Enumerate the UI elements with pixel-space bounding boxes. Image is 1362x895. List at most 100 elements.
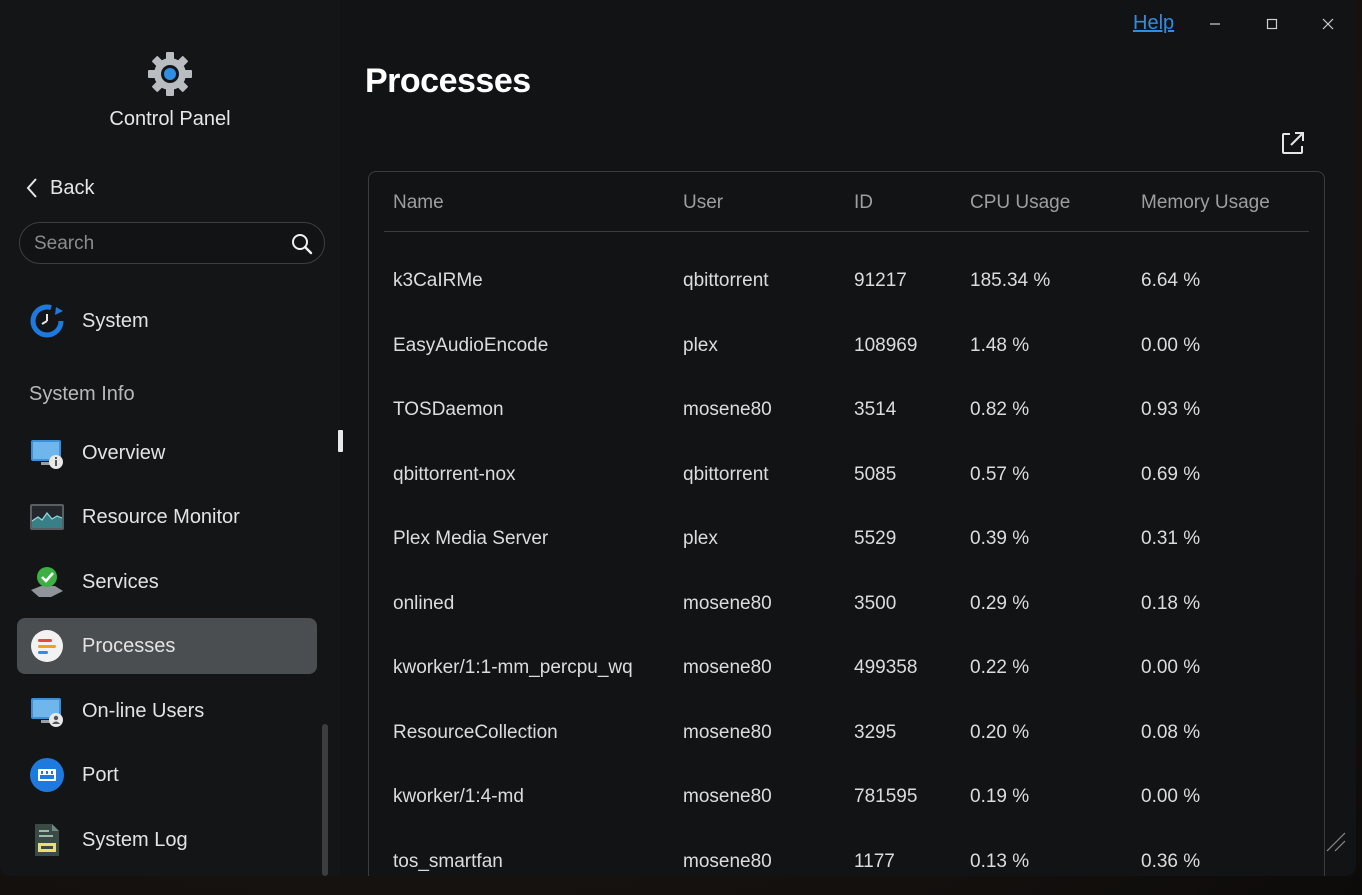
- gear-icon: [148, 52, 192, 96]
- cell-cpu-usage: 0.13 %: [970, 850, 1030, 872]
- cell-name: tos_smartfan: [393, 850, 503, 872]
- export-icon[interactable]: [1280, 130, 1306, 156]
- sidebar-item-label: Overview: [82, 441, 166, 464]
- column-header-user[interactable]: User: [683, 192, 723, 214]
- table-row[interactable]: tos_smartfan mosene80 1177 0.13 % 0.36 %: [369, 851, 1324, 877]
- sidebar-item-label: System: [82, 309, 149, 332]
- sidebar-item-label: System Log: [82, 828, 188, 851]
- section-heading-system-info: System Info: [29, 383, 135, 405]
- monitor-info-icon: [29, 435, 65, 471]
- sidebar-item-label: Resource Monitor: [82, 505, 240, 528]
- cell-memory-usage: 6.64 %: [1141, 270, 1201, 291]
- help-link[interactable]: Help: [1133, 12, 1174, 35]
- search-box: [19, 222, 325, 265]
- table-row[interactable]: Plex Media Server plex 5529 0.39 % 0.31 %: [369, 528, 1324, 592]
- sidebar-item-system[interactable]: System: [17, 293, 317, 349]
- column-header-memory-usage[interactable]: Memory Usage: [1141, 192, 1270, 214]
- cell-name: ResourceCollection: [393, 721, 558, 743]
- table-row[interactable]: kworker/1:1-mm_percpu_wq mosene80 499358 0.…: [369, 657, 1324, 721]
- cell-cpu-usage: 0.39 %: [970, 528, 1030, 549]
- cell-memory-usage: 0.18 %: [1141, 592, 1201, 614]
- table-row[interactable]: kworker/1:4-md mosene80 781595 0.19 % 0.00 %: [369, 786, 1324, 850]
- cell-cpu-usage: 0.20 %: [970, 721, 1030, 743]
- sidebar-item-processes[interactable]: Processes: [17, 618, 317, 674]
- minimize-icon[interactable]: [1205, 14, 1225, 34]
- processes-table: Name User ID CPU Usage Memory Usage k3Ca…: [368, 171, 1325, 876]
- sidebar: Control Panel Back Search System System …: [0, 0, 343, 876]
- cell-user: mosene80: [683, 657, 772, 678]
- processes-icon: [29, 628, 65, 664]
- cell-id: 1177: [854, 850, 895, 872]
- cell-id: 3295: [854, 721, 897, 743]
- sidebar-item-resource-monitor[interactable]: Resource Monitor: [17, 489, 317, 545]
- cell-name: kworker/1:4-md: [393, 786, 524, 807]
- table-row[interactable]: k3CaIRMe qbittorrent 91217 185.34 % 6.64 %: [369, 270, 1324, 334]
- search-input[interactable]: [32, 223, 286, 265]
- table-row[interactable]: qbittorrent-nox qbittorrent 5085 0.57 % 0.69…: [369, 464, 1324, 528]
- resource-monitor-icon: [29, 499, 65, 535]
- search-icon[interactable]: [290, 232, 314, 256]
- services-check-icon: [29, 564, 65, 600]
- resize-grip-icon[interactable]: [1324, 830, 1346, 852]
- maximize-icon[interactable]: [1262, 14, 1282, 34]
- cell-id: 781595: [854, 786, 918, 807]
- table-header: Name User ID CPU Usage Memory Usage: [369, 172, 1324, 232]
- chevron-left-icon: [26, 178, 37, 198]
- sidebar-scrollbar[interactable]: [322, 724, 328, 876]
- cell-user: mosene80: [683, 721, 772, 743]
- cell-id: 3514: [854, 399, 897, 420]
- cell-id: 499358: [854, 657, 918, 678]
- cell-name: EasyAudioEncode: [393, 334, 549, 356]
- cell-memory-usage: 0.31 %: [1141, 528, 1201, 549]
- cell-user: plex: [683, 528, 718, 549]
- cell-memory-usage: 0.69 %: [1141, 463, 1201, 485]
- sidebar-item-online-users[interactable]: On-line Users: [17, 683, 317, 739]
- column-header-cpu-usage[interactable]: CPU Usage: [970, 192, 1070, 214]
- table-row[interactable]: ResourceCollection mosene80 3295 0.20 % 0.08…: [369, 722, 1324, 786]
- column-header-id[interactable]: ID: [854, 192, 873, 214]
- cell-name: k3CaIRMe: [393, 270, 483, 291]
- cell-memory-usage: 0.08 %: [1141, 721, 1201, 743]
- cell-memory-usage: 0.00 %: [1141, 334, 1201, 356]
- cell-name: kworker/1:1-mm_percpu_wq: [393, 657, 633, 678]
- table-row[interactable]: EasyAudioEncode plex 108969 1.48 % 0.00 %: [369, 335, 1324, 399]
- cell-memory-usage: 0.00 %: [1141, 786, 1201, 807]
- cell-cpu-usage: 0.57 %: [970, 463, 1030, 485]
- sidebar-item-label: On-line Users: [82, 699, 205, 722]
- page-title: Processes: [365, 62, 531, 100]
- system-log-icon: [29, 822, 65, 858]
- cell-cpu-usage: 0.22 %: [970, 657, 1030, 678]
- app-brand: Control Panel: [0, 50, 340, 131]
- cell-user: plex: [683, 334, 718, 356]
- cell-user: mosene80: [683, 399, 772, 420]
- cell-cpu-usage: 0.29 %: [970, 592, 1030, 614]
- cell-id: 3500: [854, 592, 897, 614]
- table-row[interactable]: TOSDaemon mosene80 3514 0.82 % 0.93 %: [369, 399, 1324, 463]
- sidebar-item-port[interactable]: Port: [17, 747, 317, 803]
- cell-id: 5529: [854, 528, 897, 549]
- cell-name: onlined: [393, 592, 455, 614]
- back-button[interactable]: Back: [24, 176, 94, 200]
- sidebar-item-overview[interactable]: Overview: [17, 425, 317, 481]
- cell-cpu-usage: 0.82 %: [970, 399, 1030, 420]
- close-icon[interactable]: [1318, 14, 1338, 34]
- sidebar-item-label: Services: [82, 570, 159, 593]
- back-label: Back: [50, 176, 95, 199]
- cell-cpu-usage: 1.48 %: [970, 334, 1030, 356]
- app-title: Control Panel: [109, 108, 231, 130]
- sidebar-item-label: Port: [82, 763, 119, 786]
- scroll-indicator: [338, 430, 343, 452]
- system-refresh-icon: [29, 303, 65, 339]
- cell-memory-usage: 0.36 %: [1141, 850, 1201, 872]
- cell-id: 5085: [854, 463, 897, 485]
- table-row[interactable]: onlined mosene80 3500 0.29 % 0.18 %: [369, 593, 1324, 657]
- cell-memory-usage: 0.93 %: [1141, 399, 1201, 420]
- sidebar-item-services[interactable]: Services: [17, 554, 317, 610]
- cell-cpu-usage: 185.34 %: [970, 270, 1051, 291]
- cell-user: mosene80: [683, 850, 772, 872]
- cell-name: Plex Media Server: [393, 528, 549, 549]
- online-users-icon: [29, 693, 65, 729]
- column-header-name[interactable]: Name: [393, 192, 444, 214]
- cell-id: 108969: [854, 334, 918, 356]
- sidebar-item-system-log[interactable]: System Log: [17, 812, 317, 868]
